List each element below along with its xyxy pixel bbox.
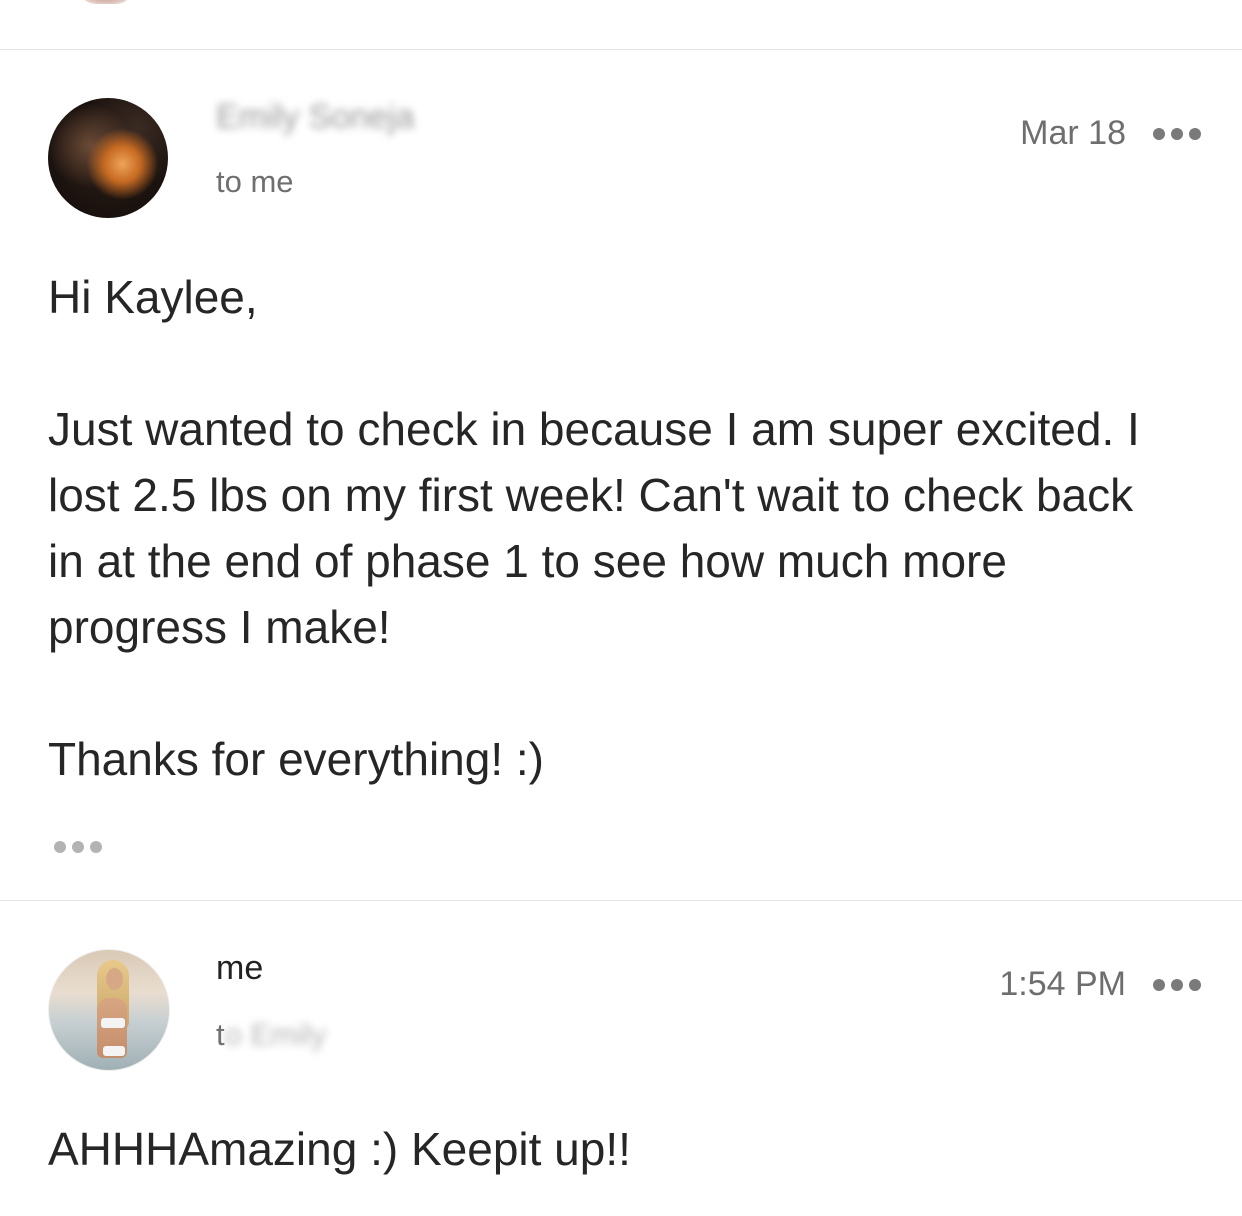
sender-avatar[interactable]: [48, 949, 170, 1071]
previous-avatar: [78, 0, 134, 4]
message-date: Mar 18: [1020, 114, 1126, 152]
message-body: AHHHAmazing :) Keepit up!!: [48, 1116, 1168, 1182]
recipient-line[interactable]: to me: [216, 164, 294, 200]
previous-message-edge: [0, 0, 1242, 49]
recipient-line[interactable]: to Emily: [216, 1017, 326, 1053]
body-paragraph: AHHHAmazing :) Keepit up!!: [48, 1123, 631, 1175]
sender-name[interactable]: me: [216, 949, 263, 988]
sender-name[interactable]: Emily Soneja: [216, 98, 414, 137]
closing: Thanks for everything! :): [48, 733, 544, 785]
body-paragraph: Just wanted to check in because I am sup…: [48, 403, 1140, 653]
more-options-icon[interactable]: [1153, 127, 1201, 141]
message-emily[interactable]: Emily Soneja to me Mar 18 Hi Kaylee, Jus…: [0, 50, 1242, 900]
message-body: Hi Kaylee, Just wanted to check in becau…: [48, 264, 1168, 792]
message-me[interactable]: me to Emily 1:54 PM AHHHAmazing :) Keepi…: [0, 901, 1242, 1216]
sender-avatar[interactable]: [48, 98, 168, 218]
show-trimmed-content-icon[interactable]: [54, 840, 102, 854]
greeting: Hi Kaylee,: [48, 271, 258, 323]
more-options-icon[interactable]: [1153, 978, 1201, 992]
message-time: 1:54 PM: [999, 965, 1126, 1003]
